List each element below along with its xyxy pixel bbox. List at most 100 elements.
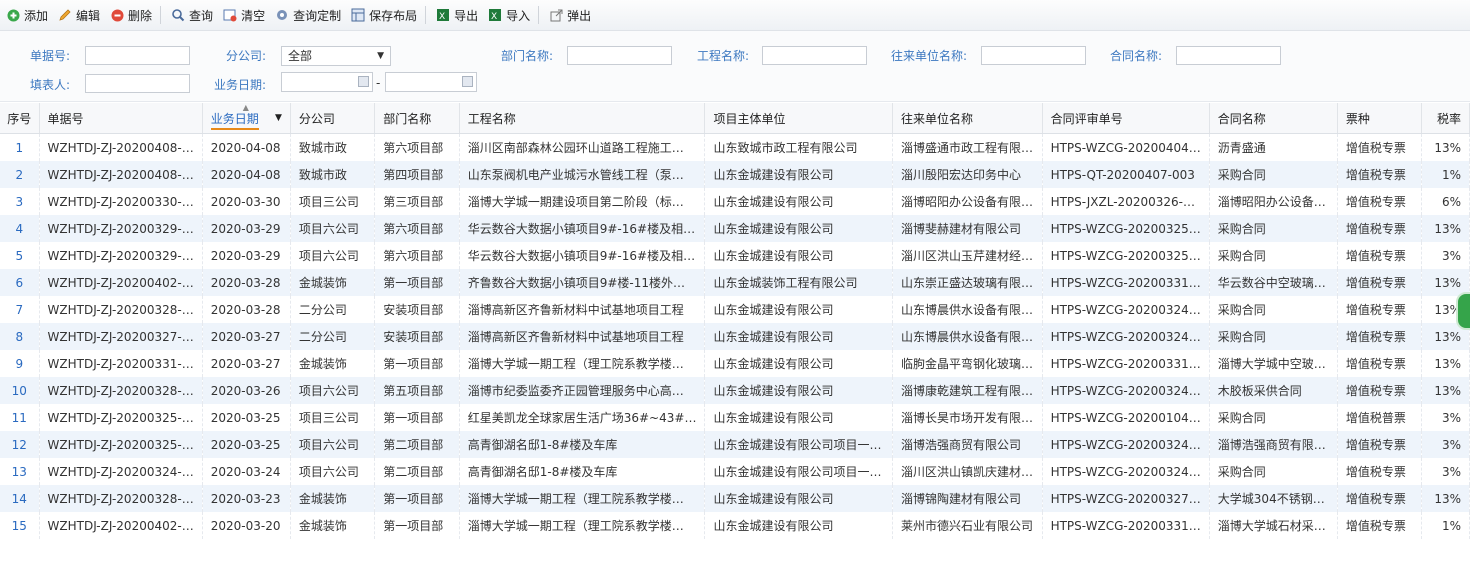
- cell-tax-rate[interactable]: 1%: [1421, 512, 1470, 539]
- cell-seq[interactable]: 10: [0, 377, 40, 404]
- cell-main-unit[interactable]: 山东金城建设有限公司: [704, 161, 893, 188]
- col-header-invoice-type[interactable]: 票种: [1337, 103, 1423, 134]
- cell-dept[interactable]: 第一项目部: [374, 269, 460, 296]
- cell-main-unit[interactable]: 山东金城建设有限公司: [704, 512, 893, 539]
- project-input[interactable]: [762, 46, 867, 65]
- cell-partner[interactable]: 淄博康乾建筑工程有限…: [892, 377, 1043, 404]
- cell-review-no[interactable]: HTPS-WZCG-20200331…: [1042, 350, 1210, 377]
- cell-invoice-type[interactable]: 增值税专票: [1337, 377, 1423, 404]
- cell-project[interactable]: 华云数谷大数据小镇项目9#-16#楼及相…: [459, 215, 706, 242]
- cell-seq[interactable]: 3: [0, 188, 40, 215]
- cell-branch[interactable]: 致城市政: [290, 161, 376, 188]
- branch-select[interactable]: 全部 ▼: [281, 46, 391, 66]
- cell-contract[interactable]: 淄博大学城石材采…: [1209, 512, 1338, 539]
- cell-project[interactable]: 淄博大学城一期工程（理工院系教学楼…: [459, 485, 706, 512]
- cell-project[interactable]: 淄川区南部森林公园环山道路工程施工…: [459, 133, 706, 161]
- delete-button[interactable]: 删除: [104, 0, 156, 30]
- cell-branch[interactable]: 金城装饰: [290, 512, 376, 539]
- cell-partner[interactable]: 莱州市德兴石业有限公司: [892, 512, 1043, 539]
- cell-doc-no[interactable]: WZHTDJ-ZJ-20200329-…: [39, 215, 203, 242]
- cell-partner[interactable]: 淄川殷阳宏达印务中心: [892, 161, 1043, 188]
- cell-biz-date[interactable]: 2020-03-25: [202, 431, 291, 458]
- filler-input[interactable]: [85, 74, 190, 93]
- cell-tax-rate[interactable]: 13%: [1421, 377, 1470, 404]
- cell-doc-no[interactable]: WZHTDJ-ZJ-20200325-…: [39, 431, 203, 458]
- cell-main-unit[interactable]: 山东金城建设有限公司: [704, 296, 893, 323]
- cell-project[interactable]: 淄博高新区齐鲁新材料中试基地项目工程: [459, 323, 706, 350]
- cell-doc-no[interactable]: WZHTDJ-ZJ-20200328-…: [39, 377, 203, 404]
- cell-review-no[interactable]: HTPS-WZCG-20200325…: [1042, 242, 1210, 269]
- cell-partner[interactable]: 淄博斐赫建材有限公司: [892, 215, 1043, 242]
- col-header-branch[interactable]: 分公司: [290, 103, 376, 134]
- cell-tax-rate[interactable]: 13%: [1421, 133, 1470, 161]
- table-row[interactable]: 2 WZHTDJ-ZJ-20200408-… 2020-04-08 致城市政 第四项目部…: [0, 161, 1470, 188]
- cell-project[interactable]: 高青御湖名邸1-8#楼及车库: [459, 431, 706, 458]
- edit-button[interactable]: 编辑: [52, 0, 104, 30]
- cell-partner[interactable]: 淄博浩强商贸有限公司: [892, 431, 1043, 458]
- cell-dept[interactable]: 第二项目部: [374, 431, 460, 458]
- cell-dept[interactable]: 安装项目部: [374, 296, 460, 323]
- partner-input[interactable]: [981, 46, 1086, 65]
- cell-invoice-type[interactable]: 增值税专票: [1337, 133, 1423, 161]
- cell-branch[interactable]: 项目六公司: [290, 431, 376, 458]
- cell-branch[interactable]: 二分公司: [290, 323, 376, 350]
- cell-main-unit[interactable]: 山东金城建设有限公司项目一…: [704, 431, 893, 458]
- cell-doc-no[interactable]: WZHTDJ-ZJ-20200330-…: [39, 188, 203, 215]
- cell-seq[interactable]: 14: [0, 485, 40, 512]
- cell-partner[interactable]: 淄博盛通市政工程有限…: [892, 133, 1043, 161]
- cell-partner[interactable]: 山东博晨供水设备有限…: [892, 296, 1043, 323]
- table-row[interactable]: 1 WZHTDJ-ZJ-20200408-… 2020-04-08 致城市政 第六项目部…: [0, 133, 1470, 161]
- doc-no-input[interactable]: [85, 46, 190, 65]
- column-menu-icon[interactable]: ▼: [275, 113, 282, 123]
- cell-biz-date[interactable]: 2020-03-28: [202, 269, 291, 296]
- cell-review-no[interactable]: HTPS-WZCG-20200324…: [1042, 323, 1210, 350]
- cell-branch[interactable]: 金城装饰: [290, 350, 376, 377]
- cell-dept[interactable]: 第二项目部: [374, 458, 460, 485]
- cell-review-no[interactable]: HTPS-WZCG-20200331…: [1042, 512, 1210, 539]
- cell-main-unit[interactable]: 山东金城建设有限公司: [704, 188, 893, 215]
- cell-branch[interactable]: 项目六公司: [290, 377, 376, 404]
- cell-tax-rate[interactable]: 3%: [1421, 242, 1470, 269]
- cell-tax-rate[interactable]: 13%: [1421, 485, 1470, 512]
- cell-project[interactable]: 华云数谷大数据小镇项目9#-16#楼及相…: [459, 242, 706, 269]
- col-header-tax-rate[interactable]: 税率: [1421, 103, 1470, 134]
- cell-main-unit[interactable]: 山东金城建设有限公司: [704, 377, 893, 404]
- cell-biz-date[interactable]: 2020-03-29: [202, 242, 291, 269]
- cell-contract[interactable]: 华云数谷中空玻璃…: [1209, 269, 1338, 296]
- cell-branch[interactable]: 金城装饰: [290, 485, 376, 512]
- col-header-seq[interactable]: 序号: [0, 103, 40, 134]
- dept-input[interactable]: [567, 46, 672, 65]
- cell-main-unit[interactable]: 山东金城建设有限公司: [704, 350, 893, 377]
- cell-invoice-type[interactable]: 增值税专票: [1337, 512, 1423, 539]
- cell-doc-no[interactable]: WZHTDJ-ZJ-20200327-…: [39, 323, 203, 350]
- table-row[interactable]: 5 WZHTDJ-ZJ-20200329-… 2020-03-29 项目六公司 第六项目…: [0, 242, 1470, 269]
- cell-dept[interactable]: 第五项目部: [374, 377, 460, 404]
- table-row[interactable]: 14 WZHTDJ-ZJ-20200328-… 2020-03-23 金城装饰 第一项目…: [0, 485, 1470, 512]
- export-button[interactable]: X 导出: [430, 0, 482, 30]
- cell-contract[interactable]: 采购合同: [1209, 323, 1338, 350]
- cell-tax-rate[interactable]: 3%: [1421, 404, 1470, 431]
- cell-main-unit[interactable]: 山东金城建设有限公司: [704, 323, 893, 350]
- cell-dept[interactable]: 第六项目部: [374, 215, 460, 242]
- col-header-contract[interactable]: 合同名称: [1209, 103, 1338, 134]
- cell-dept[interactable]: 第四项目部: [374, 161, 460, 188]
- cell-biz-date[interactable]: 2020-04-08: [202, 161, 291, 188]
- cell-doc-no[interactable]: WZHTDJ-ZJ-20200408-…: [39, 161, 203, 188]
- cell-doc-no[interactable]: WZHTDJ-ZJ-20200331-…: [39, 350, 203, 377]
- cell-seq[interactable]: 5: [0, 242, 40, 269]
- cell-tax-rate[interactable]: 3%: [1421, 431, 1470, 458]
- query-button[interactable]: 查询: [165, 0, 217, 30]
- cell-contract[interactable]: 沥青盛通: [1209, 133, 1338, 161]
- cell-main-unit[interactable]: 山东金城建设有限公司: [704, 485, 893, 512]
- cell-invoice-type[interactable]: 增值税专票: [1337, 242, 1423, 269]
- col-header-main-unit[interactable]: 项目主体单位: [704, 103, 893, 134]
- table-row[interactable]: 15 WZHTDJ-ZJ-20200402-… 2020-03-20 金城装饰 第一项目…: [0, 512, 1470, 539]
- cell-branch[interactable]: 二分公司: [290, 296, 376, 323]
- cell-biz-date[interactable]: 2020-03-27: [202, 350, 291, 377]
- calendar-icon[interactable]: [358, 76, 369, 87]
- cell-project[interactable]: 淄博大学城一期建设项目第二阶段（标…: [459, 188, 706, 215]
- cell-invoice-type[interactable]: 增值税专票: [1337, 296, 1423, 323]
- cell-project[interactable]: 红星美凯龙全球家居生活广场36#~43#…: [459, 404, 706, 431]
- contract-input[interactable]: [1176, 46, 1281, 65]
- cell-seq[interactable]: 12: [0, 431, 40, 458]
